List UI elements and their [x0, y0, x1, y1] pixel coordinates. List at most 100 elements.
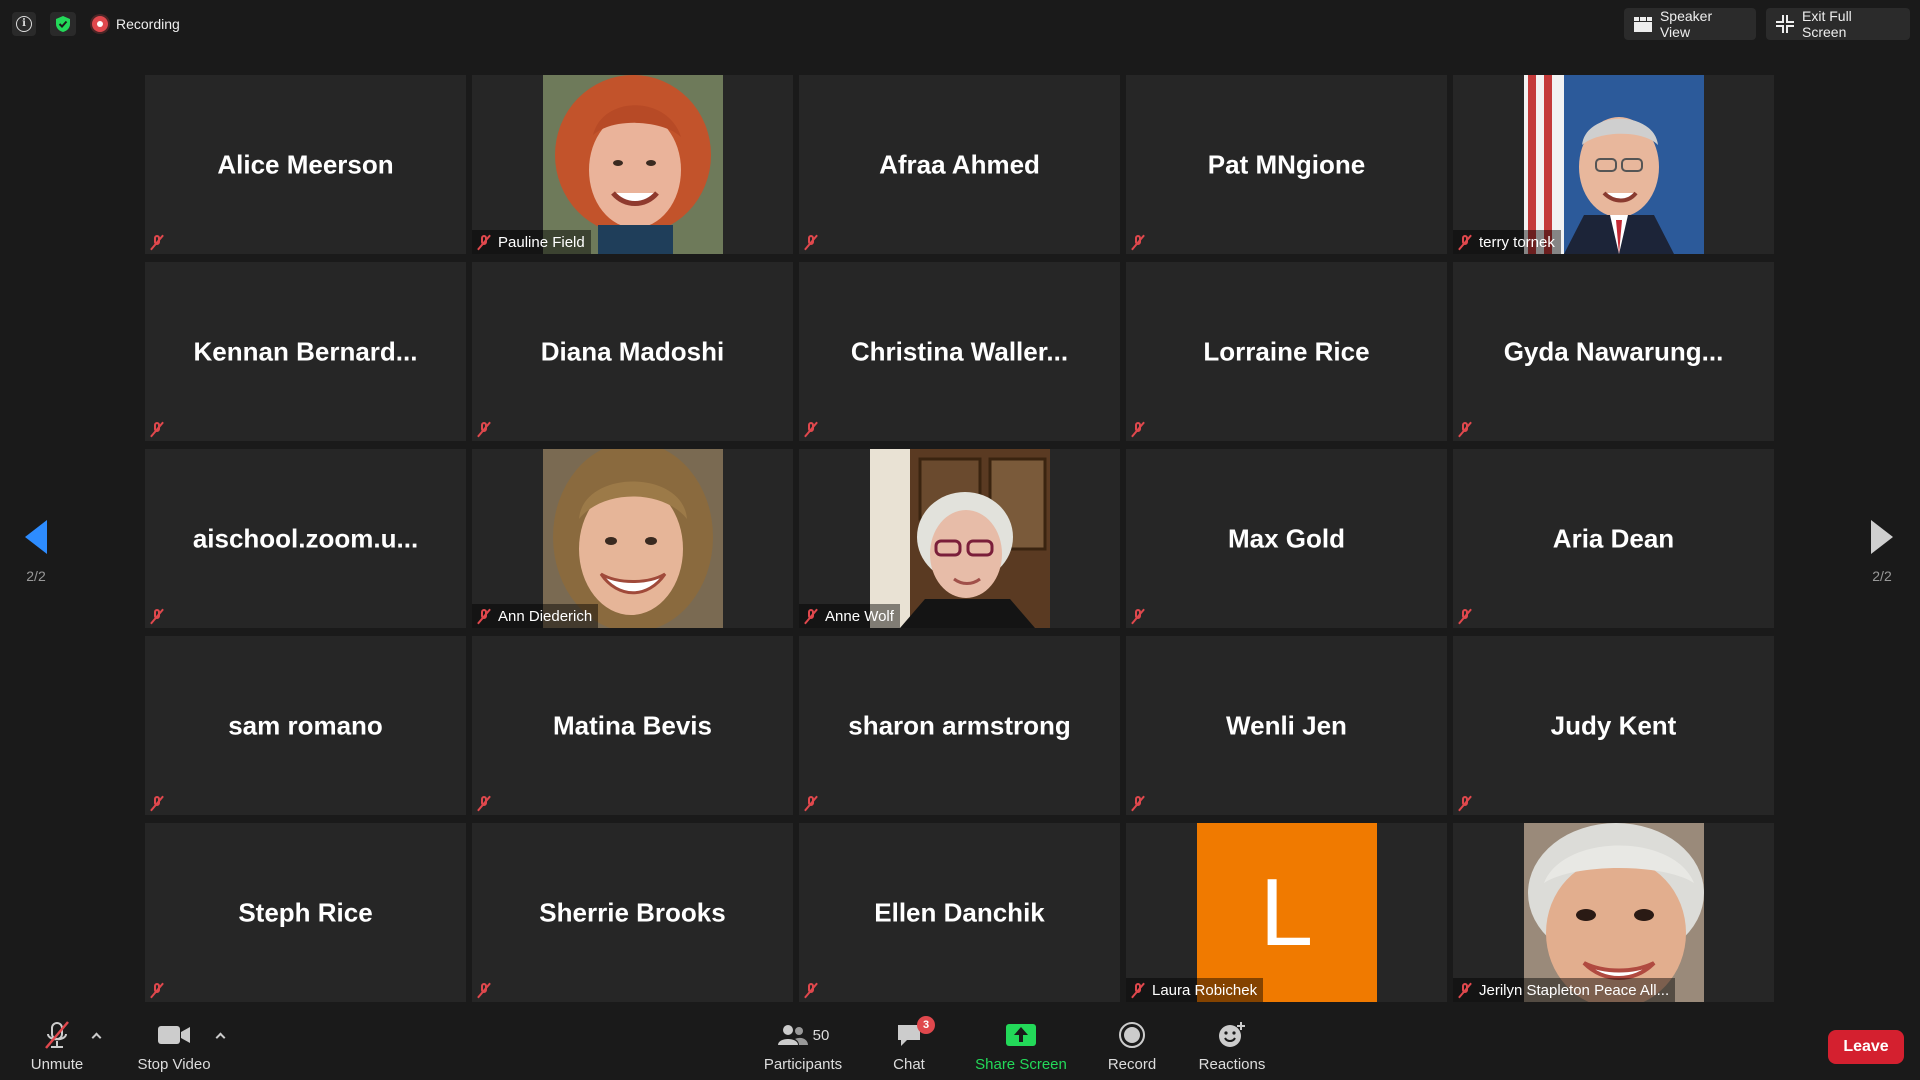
- participant-name: Judy Kent: [1550, 710, 1677, 740]
- speaker-view-button[interactable]: Speaker View: [1624, 8, 1756, 40]
- participant-label: Anne Wolf: [825, 607, 894, 625]
- participant-tile[interactable]: L Laura Robichek: [1126, 823, 1447, 1002]
- speaker-view-icon: [1634, 17, 1652, 32]
- participant-name: Pat MNgione: [1207, 149, 1366, 179]
- mic-muted-icon: [476, 233, 492, 251]
- unmute-label: Unmute: [30, 1056, 84, 1073]
- tile-footer: [145, 604, 177, 628]
- exit-fullscreen-icon: [1776, 15, 1794, 33]
- participant-tile[interactable]: Pat MNgione: [1126, 75, 1447, 254]
- participant-tile[interactable]: sharon armstrong: [799, 636, 1120, 815]
- reactions-label: Reactions: [1198, 1056, 1266, 1073]
- participant-tile[interactable]: Christina Waller...: [799, 262, 1120, 441]
- tile-footer: Ann Diederich: [472, 604, 599, 628]
- audio-options-caret[interactable]: [90, 1030, 102, 1042]
- tile-footer: Laura Robichek: [1126, 978, 1264, 1002]
- reactions-button[interactable]: Reactions: [1198, 1020, 1266, 1076]
- participant-tile[interactable]: Matina Bevis: [472, 636, 793, 815]
- share-screen-icon: [1006, 1024, 1036, 1046]
- tile-footer: [145, 417, 177, 441]
- participant-name: Wenli Jen: [1226, 710, 1347, 740]
- tile-footer: [1453, 417, 1485, 441]
- mic-muted-icon: [149, 233, 165, 251]
- participant-tile[interactable]: Aria Dean: [1453, 449, 1774, 628]
- mic-muted-icon: [476, 420, 492, 438]
- participant-tile[interactable]: Wenli Jen: [1126, 636, 1447, 815]
- next-page-button[interactable]: 2/2: [1862, 520, 1902, 584]
- shield-icon: [56, 16, 70, 32]
- participant-tile[interactable]: aischool.zoom.u...: [145, 449, 466, 628]
- meeting-info-button[interactable]: i: [12, 12, 36, 36]
- share-screen-button[interactable]: Share Screen: [974, 1020, 1068, 1076]
- participant-name: Steph Rice: [238, 897, 373, 927]
- participant-tile[interactable]: Sherrie Brooks: [472, 823, 793, 1002]
- participant-label: Laura Robichek: [1152, 981, 1258, 999]
- speaker-view-label: Speaker View: [1659, 8, 1713, 40]
- share-screen-label: Share Screen: [975, 1056, 1067, 1073]
- participant-name: Gyda Nawarung...: [1503, 336, 1724, 366]
- leave-button[interactable]: Leave: [1828, 1030, 1904, 1064]
- tile-footer: [1453, 791, 1485, 815]
- mic-muted-icon: [803, 420, 819, 438]
- previous-page-button[interactable]: 2/2: [16, 520, 56, 584]
- record-button[interactable]: Record: [1106, 1020, 1158, 1076]
- stop-video-button[interactable]: Stop Video: [134, 1020, 214, 1076]
- arrow-left-icon: [25, 520, 47, 554]
- mic-muted-icon: [803, 233, 819, 251]
- tile-footer: [472, 791, 504, 815]
- participants-label: Participants: [763, 1056, 843, 1073]
- info-icon: i: [16, 16, 32, 32]
- participant-video: [542, 449, 723, 628]
- recording-label: Recording: [116, 16, 180, 32]
- tile-footer: [799, 230, 831, 254]
- recording-indicator[interactable]: Recording: [92, 12, 180, 36]
- tile-footer: [472, 417, 504, 441]
- participant-tile[interactable]: Diana Madoshi: [472, 262, 793, 441]
- mic-muted-icon: [1130, 607, 1146, 625]
- security-indicator[interactable]: [50, 12, 76, 36]
- tile-footer: [1126, 417, 1158, 441]
- participant-tile[interactable]: Anne Wolf: [799, 449, 1120, 628]
- participant-tile[interactable]: Afraa Ahmed: [799, 75, 1120, 254]
- participant-tile[interactable]: Pauline Field: [472, 75, 793, 254]
- mic-muted-icon: [1130, 233, 1146, 251]
- mic-muted-icon: [1130, 420, 1146, 438]
- exit-full-screen-button[interactable]: Exit Full Screen: [1766, 8, 1910, 40]
- participants-icon: [777, 1025, 808, 1045]
- participant-avatar: L: [1196, 823, 1377, 1002]
- mic-muted-icon: [1457, 233, 1473, 251]
- participant-tile[interactable]: Judy Kent: [1453, 636, 1774, 815]
- participant-tile[interactable]: Ann Diederich: [472, 449, 793, 628]
- participants-button[interactable]: 50 Participants: [760, 1020, 846, 1076]
- tile-footer: [799, 791, 831, 815]
- mic-muted-icon: [803, 981, 819, 999]
- tile-footer: [145, 978, 177, 1002]
- participant-tile[interactable]: sam romano: [145, 636, 466, 815]
- participant-tile[interactable]: terry tornek: [1453, 75, 1774, 254]
- participant-video: [869, 449, 1050, 628]
- participant-tile[interactable]: Ellen Danchik: [799, 823, 1120, 1002]
- mic-muted-icon: [1457, 420, 1473, 438]
- participant-name: Aria Dean: [1552, 523, 1675, 553]
- top-bar: i Recording Speaker View Exit Full Scree…: [0, 0, 1920, 48]
- participant-tile[interactable]: Alice Meerson: [145, 75, 466, 254]
- participant-tile[interactable]: Gyda Nawarung...: [1453, 262, 1774, 441]
- participant-tile[interactable]: Max Gold: [1126, 449, 1447, 628]
- participant-name: sam romano: [228, 710, 383, 740]
- participant-tile[interactable]: Lorraine Rice: [1126, 262, 1447, 441]
- video-options-caret[interactable]: [214, 1030, 226, 1042]
- tile-footer: [799, 417, 831, 441]
- mic-muted-icon: [149, 607, 165, 625]
- unmute-button[interactable]: Unmute: [22, 1020, 92, 1076]
- participant-tile[interactable]: Jerilyn Stapleton Peace All...: [1453, 823, 1774, 1002]
- participant-label: terry tornek: [1479, 233, 1555, 251]
- participant-tile[interactable]: Steph Rice: [145, 823, 466, 1002]
- meeting-toolbar: Unmute Stop Video 50 Participants 3 Chat…: [0, 1012, 1920, 1080]
- chat-button[interactable]: 3 Chat: [886, 1016, 935, 1076]
- participant-name: aischool.zoom.u...: [192, 523, 419, 553]
- participant-tile[interactable]: Kennan Bernard...: [145, 262, 466, 441]
- stop-video-label: Stop Video: [137, 1056, 211, 1073]
- mic-muted-icon: [45, 1021, 69, 1049]
- tile-footer: Jerilyn Stapleton Peace All...: [1453, 978, 1676, 1002]
- tile-footer: [1126, 604, 1158, 628]
